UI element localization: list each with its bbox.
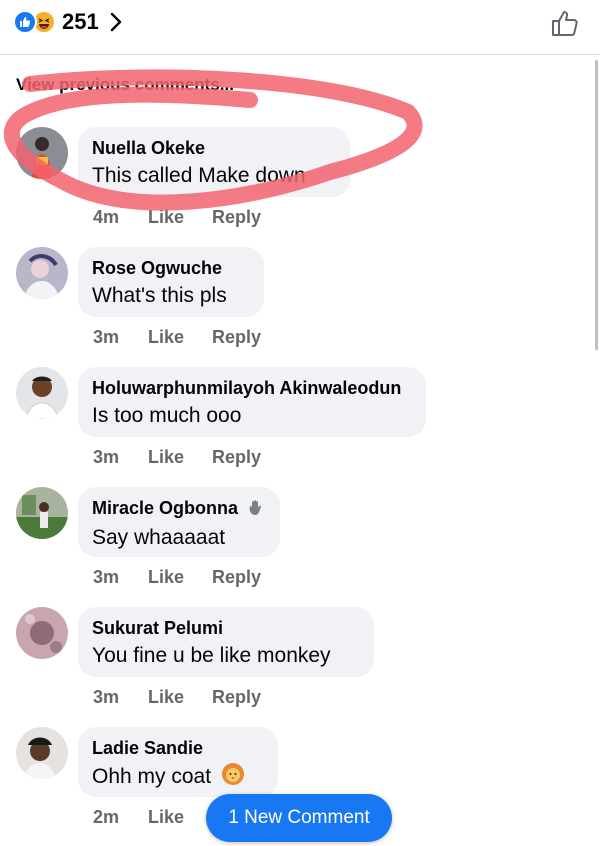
comment-actions: 3m Like Reply [93, 567, 261, 591]
comment-text: You fine u be like monkey [92, 644, 331, 667]
comment-text: Ohh my coat [92, 762, 262, 794]
comment-reply-button[interactable]: Reply [212, 687, 261, 711]
lion-face-icon [221, 762, 245, 794]
comment-time: 3m [93, 687, 120, 707]
avatar[interactable] [16, 487, 68, 539]
scrollbar[interactable] [595, 60, 598, 350]
view-previous-comments-link[interactable]: View previous comments... [16, 75, 234, 95]
comment-text: Is too much ooo [92, 404, 242, 427]
comment-bubble: Nuella Okeke This called Make down [78, 127, 350, 197]
comment-bubble: Holuwarphunmilayoh Akinwaleodun Is too m… [78, 367, 426, 437]
comment-text: This called Make down [92, 164, 306, 187]
comment-actions: 2m Like [93, 807, 212, 831]
comment-time: 3m [93, 327, 120, 347]
comment-author[interactable]: Rose Ogwuche [92, 257, 248, 279]
comment-actions: 3m Like Reply [93, 687, 261, 711]
comment-time: 2m [93, 807, 120, 827]
waving-hand-icon [247, 499, 264, 521]
avatar[interactable] [16, 607, 68, 659]
comment-reply-button[interactable]: Reply [212, 567, 261, 591]
comment-like-button[interactable]: Like [148, 807, 212, 831]
comment-like-button[interactable]: Like [148, 327, 212, 351]
comment-text: What's this pls [92, 284, 227, 307]
new-comment-button[interactable]: 1 New Comment [206, 794, 392, 842]
comment-author[interactable]: Sukurat Pelumi [92, 617, 358, 639]
comment-like-button[interactable]: Like [148, 447, 212, 471]
avatar[interactable] [16, 727, 68, 779]
comment-reply-button[interactable]: Reply [212, 207, 261, 231]
comment-author[interactable]: Nuella Okeke [92, 137, 334, 159]
reaction-count: 251 [62, 9, 99, 34]
comment-time: 3m [93, 567, 120, 587]
comment-time: 4m [93, 207, 120, 227]
comment-text: Say whaaaaat [92, 526, 226, 549]
comment-like-button[interactable]: Like [148, 687, 212, 711]
reactions-header: 251 [0, 0, 600, 55]
comment-reply-button[interactable]: Reply [212, 447, 261, 471]
comment-author[interactable]: Ladie Sandie [92, 737, 262, 759]
comments-page: 251 View previous comments... Nuella Oke… [0, 0, 600, 846]
avatar[interactable] [16, 247, 68, 299]
comment-author[interactable]: Holuwarphunmilayoh Akinwaleodun [92, 377, 410, 399]
comment-actions: 3m Like Reply [93, 447, 261, 471]
comment-text-content: Ohh my coat [92, 765, 212, 788]
comment-bubble: Ladie Sandie Ohh my coat [78, 727, 278, 797]
like-reaction-icon [13, 10, 37, 34]
comment-author-name[interactable]: Miracle Ogbonna [92, 498, 238, 518]
comment-reply-button[interactable]: Reply [212, 327, 261, 351]
chevron-right-icon [109, 11, 123, 33]
comment-bubble: Rose Ogwuche What's this pls [78, 247, 264, 317]
comment-actions: 3m Like Reply [93, 327, 261, 351]
comment-like-button[interactable]: Like [148, 567, 212, 591]
comment-like-button[interactable]: Like [148, 207, 212, 231]
like-button-icon[interactable] [550, 8, 580, 38]
reactions-summary[interactable]: 251 [13, 8, 123, 36]
comment-bubble: Sukurat Pelumi You fine u be like monkey [78, 607, 374, 677]
comment-bubble: Miracle Ogbonna Say whaaaaat [78, 487, 280, 557]
avatar[interactable] [16, 367, 68, 419]
comment-actions: 4m Like Reply [93, 207, 261, 231]
comment-time: 3m [93, 447, 120, 467]
avatar[interactable] [16, 127, 68, 179]
comment-author[interactable]: Miracle Ogbonna [92, 497, 264, 521]
